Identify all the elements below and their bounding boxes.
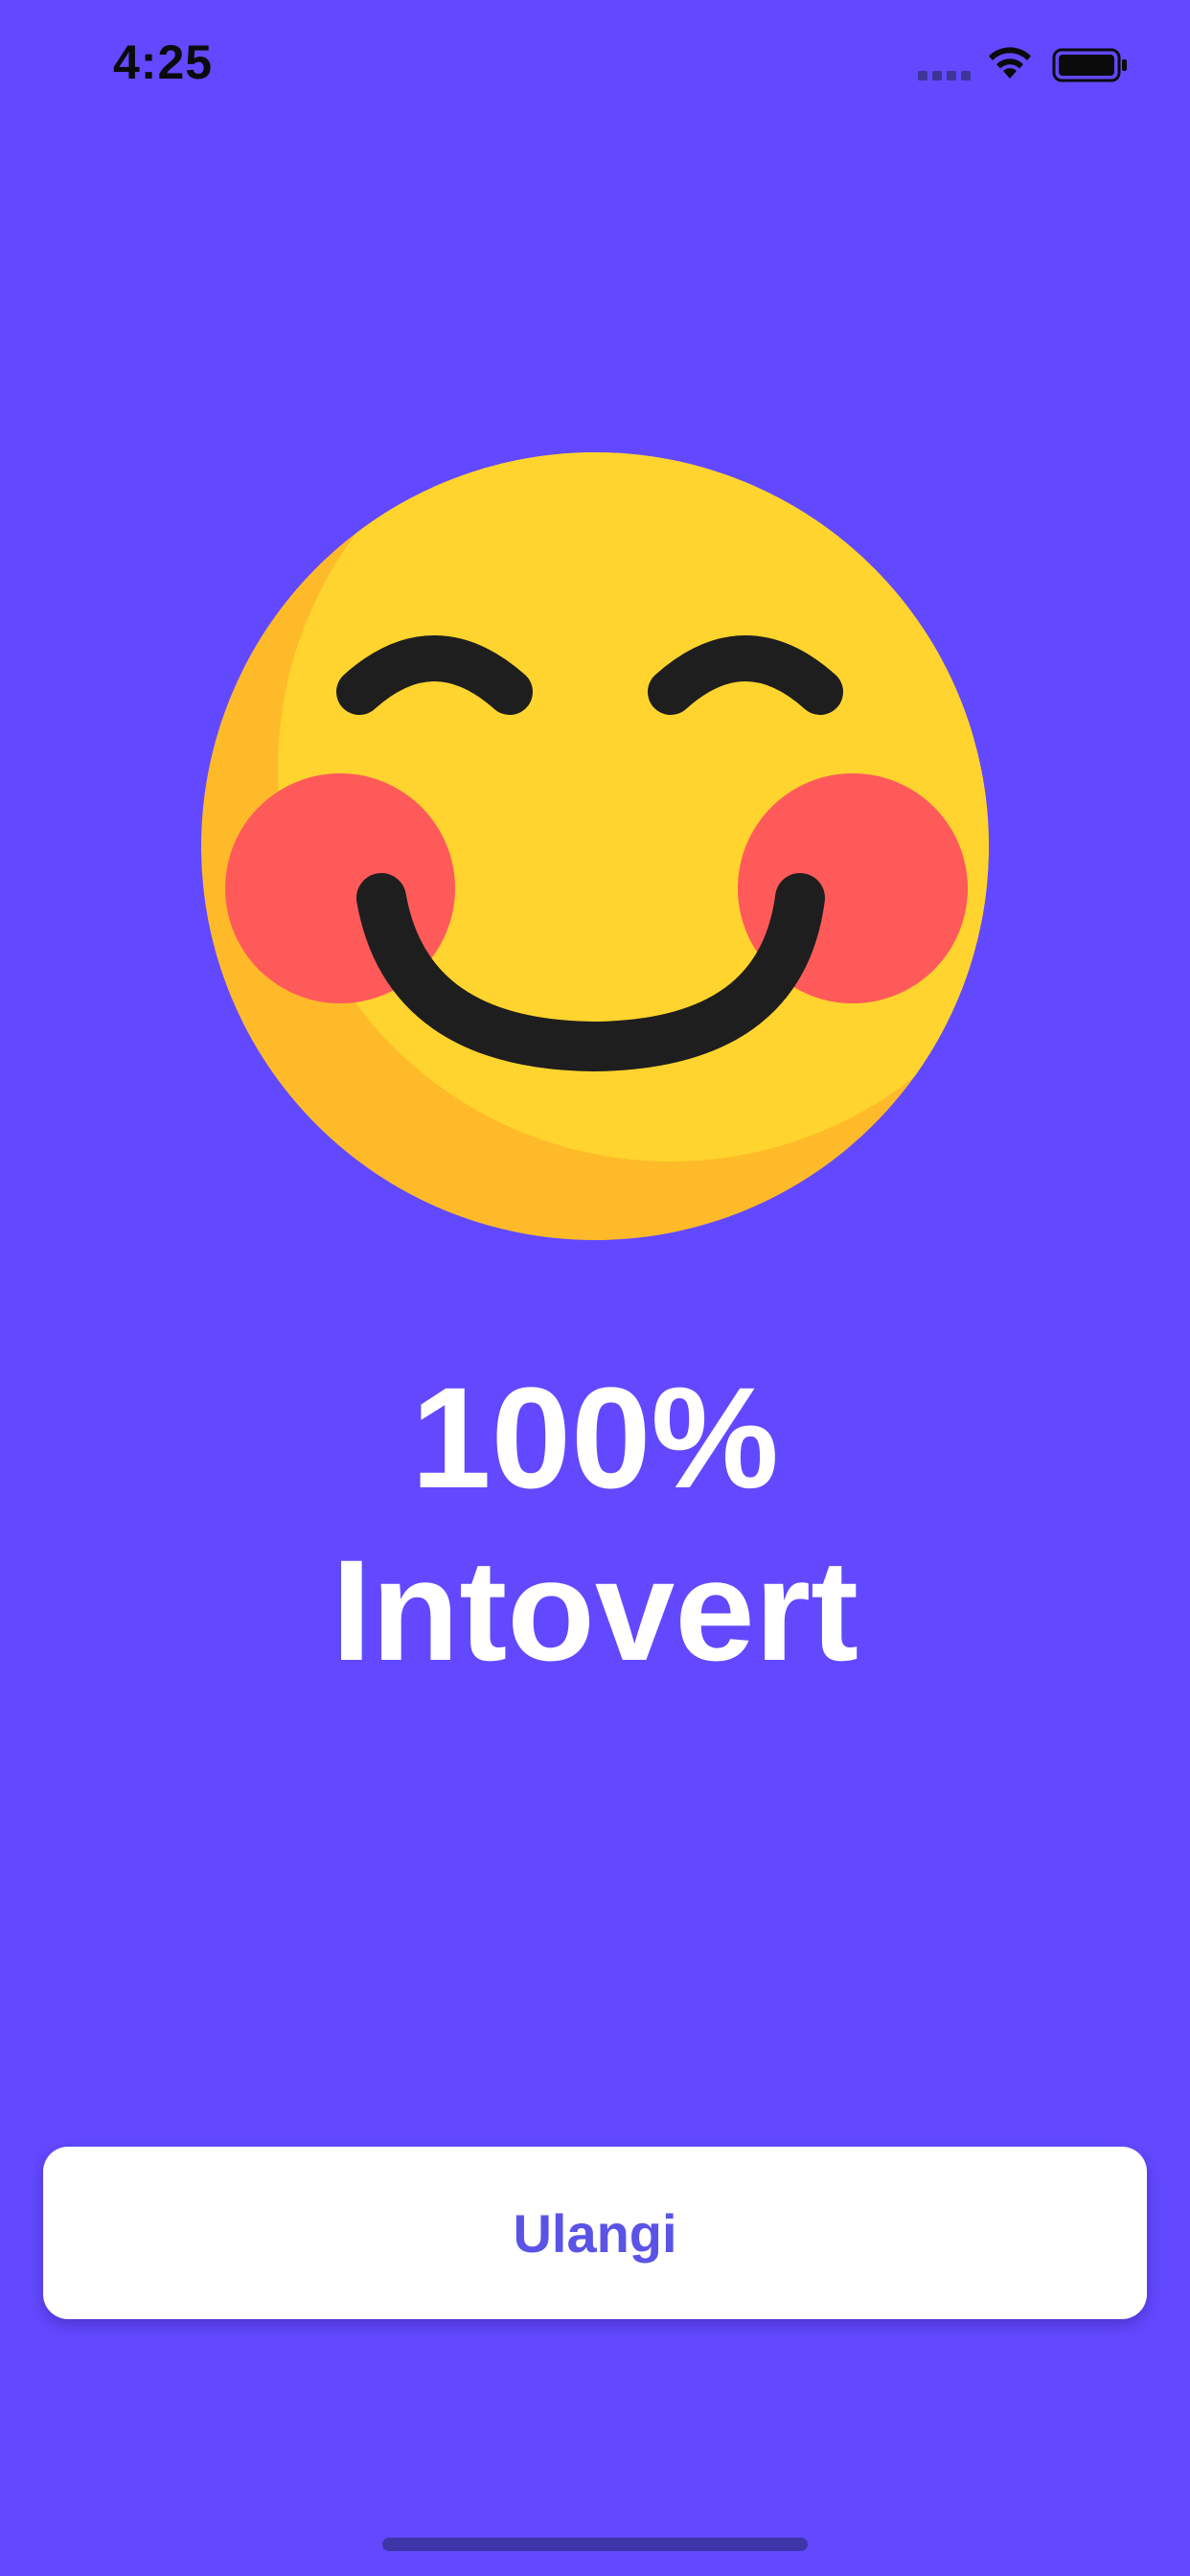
home-indicator[interactable] xyxy=(382,2538,808,2551)
result-percentage: 100% xyxy=(411,1357,779,1518)
retry-button[interactable]: Ulangi xyxy=(43,2147,1147,2319)
battery-icon xyxy=(1052,48,1127,82)
result-label: Intovert xyxy=(331,1530,859,1690)
status-bar: 4:25 xyxy=(0,0,1190,134)
wifi-icon xyxy=(989,47,1031,79)
result-text: 100% Intovert xyxy=(0,1351,1190,1696)
cellular-signal-icon xyxy=(918,71,971,80)
smiling-blushing-face-icon xyxy=(201,452,989,1240)
status-time: 4:25 xyxy=(113,35,214,89)
retry-button-label: Ulangi xyxy=(513,2202,677,2264)
